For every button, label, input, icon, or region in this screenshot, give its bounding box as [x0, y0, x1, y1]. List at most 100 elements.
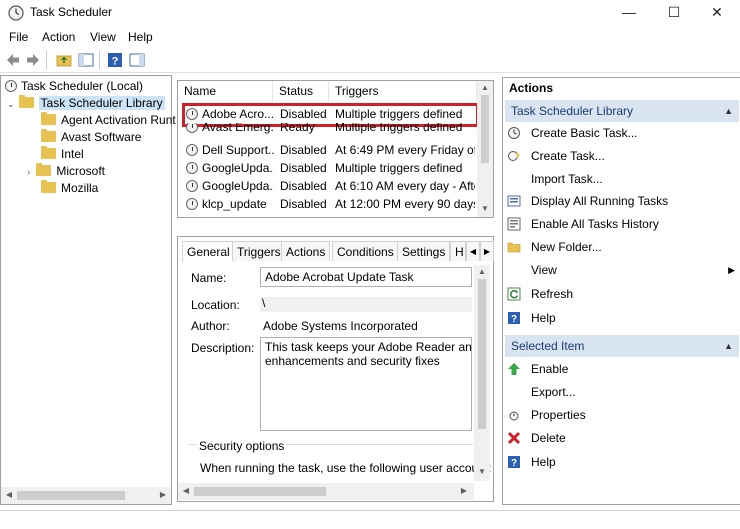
folder-icon [41, 112, 56, 125]
action-import-task[interactable]: Import Task... [507, 168, 603, 190]
menu-file[interactable]: File [9, 30, 28, 44]
maximize-button[interactable]: ☐ [651, 0, 697, 26]
clock-icon [5, 80, 17, 92]
section-task-scheduler-library[interactable]: Task Scheduler Library ▲ [505, 100, 739, 122]
collapse-up-icon[interactable]: ▲ [724, 100, 733, 122]
show-hide-console-tree-icon[interactable] [77, 51, 95, 69]
task-triggers: Multiple triggers defined [335, 161, 463, 175]
action-help[interactable]: ? Help [507, 307, 556, 329]
task-row[interactable]: Dell Support... Disabled At 6:49 PM ever… [178, 141, 478, 159]
action-delete[interactable]: Delete [507, 427, 566, 449]
help-icon[interactable]: ? [106, 51, 124, 69]
actions-pane: Actions Task Scheduler Library ▲ Create … [502, 77, 740, 505]
action-display-running-tasks[interactable]: Display All Running Tasks [507, 190, 668, 212]
tree-item-avast[interactable]: Avast Software [41, 129, 141, 146]
action-create-task[interactable]: Create Task... [507, 145, 605, 167]
task-row[interactable]: klcp_update Disabled At 12:00 PM every 9… [178, 195, 478, 213]
scroll-down-arrow-icon[interactable]: ▼ [480, 204, 490, 213]
action-label: Enable All Tasks History [531, 217, 659, 231]
status-bar-divider [0, 510, 740, 511]
details-vertical-scrollbar[interactable]: ▲ ▼ [474, 265, 490, 481]
folder-icon [41, 146, 56, 159]
security-options-text: When running the task, use the following… [200, 461, 492, 475]
name-label: Name: [191, 271, 227, 285]
task-row[interactable]: Avast Emerg... Ready Multiple triggers d… [178, 123, 478, 135]
tab-scroll-left-icon[interactable]: ◀ [466, 241, 480, 261]
tree-item-intel[interactable]: Intel [41, 146, 84, 163]
task-status: Disabled [280, 197, 327, 211]
expand-chevron-down-icon[interactable]: ⌄ [7, 99, 15, 109]
tree-horizontal-scrollbar[interactable]: ◀ ▶ [1, 487, 171, 504]
up-folder-icon[interactable] [55, 51, 73, 69]
action-properties[interactable]: Properties [507, 404, 586, 426]
action-enable-history[interactable]: Enable All Tasks History [507, 213, 659, 235]
column-header-name[interactable]: Name [178, 81, 273, 101]
svg-text:?: ? [511, 458, 517, 469]
folder-icon [41, 180, 56, 193]
running-tasks-icon [507, 195, 521, 207]
action-new-folder[interactable]: New Folder... [507, 236, 602, 258]
action-label: Help [531, 311, 556, 325]
tab-scroll-right-icon[interactable]: ▶ [480, 241, 494, 261]
tree-item-microsoft[interactable]: › Microsoft [27, 163, 105, 180]
tab-triggers[interactable]: Triggers [232, 241, 286, 261]
forward-arrow-icon[interactable] [24, 51, 42, 69]
task-list-vertical-scrollbar[interactable]: ▲ ▼ [477, 81, 493, 217]
menu-help[interactable]: Help [128, 30, 153, 44]
action-help-selected[interactable]: ? Help [507, 451, 556, 473]
close-button[interactable]: ✕ [694, 0, 740, 26]
section-selected-item[interactable]: Selected Item ▲ [505, 335, 739, 357]
enable-arrow-icon [508, 363, 520, 375]
scroll-right-arrow-icon[interactable]: ▶ [158, 490, 168, 499]
action-create-basic-task[interactable]: Create Basic Task... [507, 122, 638, 144]
tab-settings[interactable]: Settings [397, 241, 451, 261]
details-horizontal-scrollbar[interactable]: ◀ ▶ [178, 483, 474, 500]
task-name-field[interactable]: Adobe Acrobat Update Task [260, 267, 472, 287]
tree-item-label: Microsoft [56, 164, 106, 178]
scroll-left-arrow-icon[interactable]: ◀ [4, 490, 14, 499]
action-view[interactable]: View ▶ [507, 259, 735, 281]
tab-general[interactable]: General [182, 241, 235, 262]
action-refresh[interactable]: Refresh [507, 283, 573, 305]
task-row[interactable]: GoogleUpda... Disabled At 6:10 AM every … [178, 177, 478, 195]
task-row[interactable]: GoogleUpda... Disabled Multiple triggers… [178, 159, 478, 177]
scroll-down-arrow-icon[interactable]: ▼ [477, 467, 487, 476]
scroll-up-arrow-icon[interactable]: ▲ [480, 83, 490, 92]
tree-item-mozilla[interactable]: Mozilla [41, 180, 98, 197]
tab-conditions[interactable]: Conditions [332, 241, 399, 261]
minimize-button[interactable]: — [606, 0, 652, 26]
tab-history[interactable]: H [450, 241, 466, 261]
console-tree-pane: Task Scheduler (Local) ⌄ Task Scheduler L… [0, 75, 176, 505]
action-label: Export... [531, 385, 576, 399]
action-enable[interactable]: Enable [507, 358, 568, 380]
tab-actions[interactable]: Actions [281, 241, 331, 261]
show-hide-action-pane-icon[interactable] [128, 51, 146, 69]
tree-library[interactable]: ⌄ Task Scheduler Library [7, 95, 165, 112]
window-title: Task Scheduler [30, 5, 113, 19]
tree-root[interactable]: Task Scheduler (Local) [5, 78, 143, 95]
action-export[interactable]: Export... [507, 381, 576, 403]
blank-icon [507, 172, 521, 186]
menu-view[interactable]: View [90, 30, 116, 44]
scrollbar-thumb[interactable] [478, 279, 486, 429]
scrollbar-thumb[interactable] [17, 491, 125, 500]
actions-header: Actions [509, 81, 554, 95]
author-label: Author: [191, 319, 230, 333]
scrollbar-thumb[interactable] [194, 487, 326, 496]
task-name: Avast Emerg... [202, 123, 274, 134]
description-field[interactable]: This task keeps your Adobe Reader and Ac… [260, 337, 472, 431]
column-header-triggers[interactable]: Triggers [329, 81, 477, 101]
menu-action[interactable]: Action [42, 30, 75, 44]
help-icon: ? [508, 312, 520, 325]
scroll-left-arrow-icon[interactable]: ◀ [181, 486, 191, 495]
folder-clock-icon [18, 95, 34, 108]
scrollbar-thumb[interactable] [481, 95, 489, 163]
expand-chevron-right-icon[interactable]: › [27, 167, 30, 178]
task-triggers: At 6:10 AM every day - After [335, 179, 475, 193]
scroll-up-arrow-icon[interactable]: ▲ [477, 267, 487, 276]
tree-item-agent-activation[interactable]: Agent Activation Runt [41, 112, 176, 129]
back-arrow-icon[interactable] [4, 51, 22, 69]
scroll-right-arrow-icon[interactable]: ▶ [459, 486, 469, 495]
column-header-status[interactable]: Status [273, 81, 329, 101]
collapse-up-icon[interactable]: ▲ [724, 335, 733, 357]
